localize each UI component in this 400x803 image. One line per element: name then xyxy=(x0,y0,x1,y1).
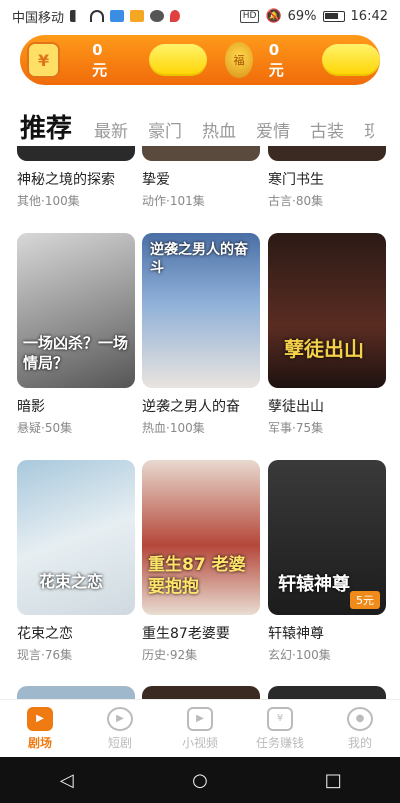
poster-image: 逆袭之男人的奋斗 xyxy=(142,233,260,388)
tab-latest[interactable]: 最新 xyxy=(94,118,128,146)
nav-small-video[interactable]: ▶ 小视频 xyxy=(165,706,235,751)
nav-mine[interactable]: ● 我的 xyxy=(325,706,395,751)
user-icon: ● xyxy=(347,706,373,731)
drama-title: 孽徒出山 xyxy=(268,399,324,415)
poster-caption: 花束之恋 xyxy=(39,572,104,591)
drama-card[interactable]: 寒门书生 古言·80集 xyxy=(268,146,386,209)
signal-icon xyxy=(70,10,85,22)
wealth-god-icon: 福 xyxy=(225,42,253,78)
drama-meta: 军事·75集 xyxy=(268,421,324,435)
tab-costume[interactable]: 古装 xyxy=(310,118,344,146)
drama-title: 重生87老婆要 xyxy=(142,626,230,642)
tab-recommend[interactable]: 推荐 xyxy=(20,112,72,146)
nav-earn-tasks[interactable]: ¥ 任务赚钱 xyxy=(245,706,315,751)
video-camera-icon: ▶ xyxy=(187,706,213,731)
drama-meta: 热血·100集 xyxy=(142,421,205,435)
drama-card[interactable]: 神秘之境的探索 其他·100集 xyxy=(17,146,135,209)
poster-image: 重生87 老婆要抱抱 xyxy=(142,460,260,615)
status-right: HD 🔕 69% 16:42 xyxy=(239,8,388,24)
drama-meta: 玄幻·100集 xyxy=(268,648,331,662)
chat-icon xyxy=(150,10,165,22)
tab-action[interactable]: 热血 xyxy=(202,118,236,146)
drama-meta: 历史·92集 xyxy=(142,648,198,662)
drama-title: 逆袭之男人的奋 xyxy=(142,399,240,415)
drama-card[interactable]: 孽徒出山 孽徒出山 军事·75集 xyxy=(268,233,386,436)
home-button[interactable]: ○ xyxy=(170,770,230,791)
bottom-nav: ▶ 剧场 ▶ 短剧 ▶ 小视频 ¥ 任务赚钱 ● 我的 xyxy=(0,699,400,757)
status-left: 中国移动 xyxy=(12,7,181,26)
nav-short-drama[interactable]: ▶ 短剧 xyxy=(85,706,155,751)
drama-title: 寒门书生 xyxy=(268,172,324,188)
drama-meta: 悬疑·50集 xyxy=(17,421,73,435)
poster-image: 孽徒出山 xyxy=(268,233,386,388)
drama-title: 神秘之境的探索 xyxy=(17,172,115,188)
poster-peek[interactable] xyxy=(142,686,260,699)
poster-peek[interactable] xyxy=(268,686,386,699)
app-icon-blue xyxy=(110,10,125,22)
hd-badge: HD xyxy=(239,9,260,23)
poster-image xyxy=(17,146,135,161)
tab-romance[interactable]: 爱情 xyxy=(256,118,290,146)
drama-meta: 现言·76集 xyxy=(17,648,73,662)
app-icon-orange xyxy=(130,10,145,22)
drama-card[interactable]: 一场凶杀？一场情局？ 暗影 悬疑·50集 xyxy=(17,233,135,436)
location-icon xyxy=(170,10,181,22)
drama-title: 暗影 xyxy=(17,399,45,415)
battery-percent: 69% xyxy=(287,8,317,24)
status-bar: 中国移动 HD 🔕 69% 16:42 xyxy=(0,0,400,32)
poster-image xyxy=(268,146,386,161)
drama-card[interactable]: 重生87 老婆要抱抱 重生87老婆要 历史·92集 xyxy=(142,460,260,663)
nav-label: 短剧 xyxy=(107,735,132,750)
system-nav-bar: ◁ ○ □ xyxy=(0,757,400,803)
wallet-icon: ¥ xyxy=(27,42,61,78)
poster-caption: 轩辕神尊 xyxy=(278,574,350,595)
drama-title: 花束之恋 xyxy=(17,626,73,642)
drama-meta: 动作·101集 xyxy=(142,194,205,208)
drama-title: 轩辕神尊 xyxy=(268,626,324,642)
reward-button-right[interactable] xyxy=(321,44,380,76)
clock: 16:42 xyxy=(350,8,388,24)
poster-caption: 一场凶杀？一场情局？ xyxy=(23,334,129,372)
poster-image: 轩辕神尊 5元 xyxy=(268,460,386,615)
poster-image: 花束之恋 xyxy=(17,460,135,615)
price-badge: 5元 xyxy=(350,591,380,609)
nav-label: 剧场 xyxy=(27,735,52,750)
poster-caption: 逆袭之男人的奋斗 xyxy=(150,242,248,276)
balance-left: 0元 xyxy=(92,40,108,79)
balance-right: 0元 xyxy=(268,40,284,79)
nav-theater[interactable]: ▶ 剧场 xyxy=(5,706,75,751)
drama-meta: 古言·80集 xyxy=(268,194,324,208)
poster-peek[interactable] xyxy=(17,686,135,699)
drama-meta: 其他·100集 xyxy=(17,194,80,208)
tab-modern[interactable]: 现 xyxy=(364,118,374,146)
recent-apps-button[interactable]: □ xyxy=(303,770,363,791)
category-tabs: 推荐 最新 豪门 热血 爱情 古装 现 xyxy=(0,106,400,146)
nav-label: 我的 xyxy=(347,735,372,750)
drama-grid: 神秘之境的探索 其他·100集 挚爱 动作·101集 寒门书生 古言·80集 一… xyxy=(0,146,400,699)
nav-label: 小视频 xyxy=(181,735,218,750)
drama-card[interactable]: 逆袭之男人的奋斗 逆袭之男人的奋 热血·100集 xyxy=(142,233,260,436)
drama-card[interactable]: 挚爱 动作·101集 xyxy=(142,146,260,209)
battery-icon xyxy=(322,10,345,22)
wifi-icon xyxy=(90,10,105,22)
money-task-icon: ¥ xyxy=(267,706,293,731)
reward-banner[interactable]: ¥ 0元 福 0元 xyxy=(20,35,380,85)
nav-label: 任务赚钱 xyxy=(255,735,304,750)
drama-card[interactable]: 花束之恋 花束之恋 现言·76集 xyxy=(17,460,135,663)
mute-icon: 🔕 xyxy=(265,8,282,24)
reward-button-left[interactable] xyxy=(149,44,208,76)
drama-title: 挚爱 xyxy=(142,172,170,188)
poster-caption: 孽徒出山 xyxy=(284,337,364,361)
theater-icon: ▶ xyxy=(27,706,53,731)
back-button[interactable]: ◁ xyxy=(37,770,97,791)
carrier-label: 中国移动 xyxy=(12,10,65,26)
poster-caption: 重生87 老婆要抱抱 xyxy=(148,555,246,597)
tab-wealthy[interactable]: 豪门 xyxy=(148,118,182,146)
poster-image xyxy=(142,146,260,161)
drama-card[interactable]: 轩辕神尊 5元 轩辕神尊 玄幻·100集 xyxy=(268,460,386,663)
play-circle-icon: ▶ xyxy=(107,706,133,731)
poster-image: 一场凶杀？一场情局？ xyxy=(17,233,135,388)
